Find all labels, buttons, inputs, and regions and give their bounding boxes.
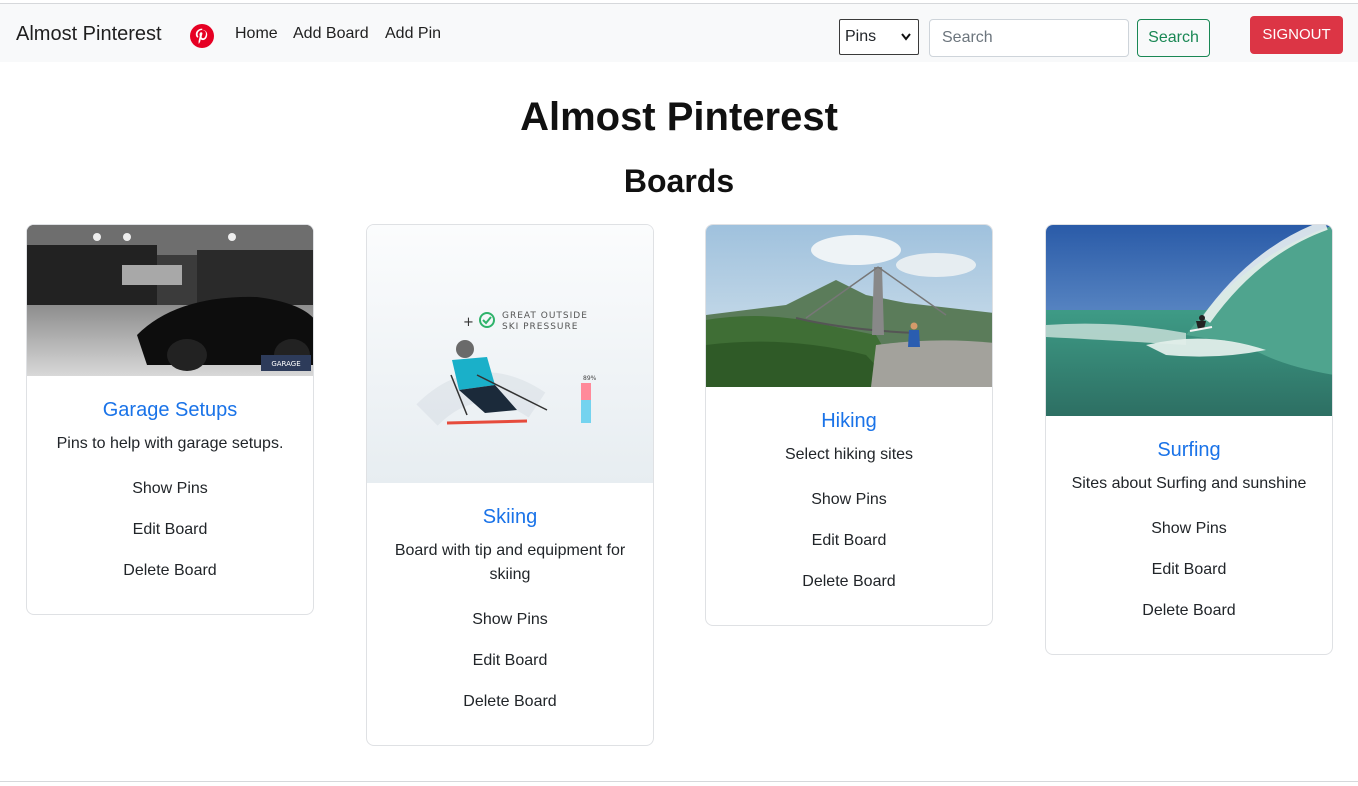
board-card: GARAGE Garage Setups Pins to help with g… [26,224,314,615]
pinterest-logo-icon[interactable] [190,24,214,48]
ski-image-line2: SKI PRESSURE [502,322,578,332]
delete-board-button[interactable]: Delete Board [1046,599,1332,623]
board-image-garage: GARAGE [27,225,313,376]
board-title[interactable]: Surfing [1046,436,1332,464]
board-card: Surfing Sites about Surfing and sunshine… [1045,224,1333,655]
search-button[interactable]: Search [1137,19,1210,57]
board-image-surfing [1046,225,1332,416]
svg-text:+: + [463,315,474,330]
delete-board-button[interactable]: Delete Board [27,559,313,583]
navbar: Almost Pinterest Home Add Board Add Pin … [0,4,1358,62]
nav-link-home[interactable]: Home [235,25,278,43]
show-pins-button[interactable]: Show Pins [706,488,992,512]
board-title[interactable]: Skiing [367,503,653,531]
board-card: Hiking Select hiking sites Show Pins Edi… [705,224,993,626]
board-description: Select hiking sites [784,446,914,463]
chevron-down-icon [900,20,912,67]
board-image-skiing: + GREAT OUTSIDE SKI PRESSURE 89% [367,225,653,483]
edit-board-button[interactable]: Edit Board [706,529,992,553]
board-card: + GREAT OUTSIDE SKI PRESSURE 89% Skiing … [366,224,654,746]
select-value: Pins [845,28,877,45]
edit-board-button[interactable]: Edit Board [1046,558,1332,582]
nav-link-add-pin[interactable]: Add Pin [385,25,441,43]
edit-board-button[interactable]: Edit Board [367,649,653,673]
board-description: Sites about Surfing and sunshine [1071,475,1307,492]
board-title[interactable]: Garage Setups [27,396,313,424]
nav-link-add-board[interactable]: Add Board [293,25,369,43]
ski-image-line1: GREAT OUTSIDE [502,311,588,321]
signout-button[interactable]: SIGNOUT [1250,16,1343,54]
show-pins-button[interactable]: Show Pins [27,477,313,501]
search-input[interactable]: Search [929,19,1129,57]
board-description: Pins to help with garage setups. [56,435,284,452]
bottom-border [0,781,1358,782]
board-title[interactable]: Hiking [706,407,992,435]
edit-board-button[interactable]: Edit Board [27,518,313,542]
ski-image-percent: 89% [583,375,597,382]
board-description: Board with tip and equipment for skiing [394,542,626,583]
search-type-select[interactable]: Pins [839,19,919,55]
section-title: Boards [623,163,735,199]
board-image-hiking [706,225,992,387]
show-pins-button[interactable]: Show Pins [367,608,653,632]
delete-board-button[interactable]: Delete Board [706,570,992,594]
show-pins-button[interactable]: Show Pins [1046,517,1332,541]
navbar-brand[interactable]: Almost Pinterest [16,23,162,46]
delete-board-button[interactable]: Delete Board [367,690,653,714]
garage-logo-text: GARAGE [271,360,300,368]
page-title: Almost Pinterest [520,95,838,139]
